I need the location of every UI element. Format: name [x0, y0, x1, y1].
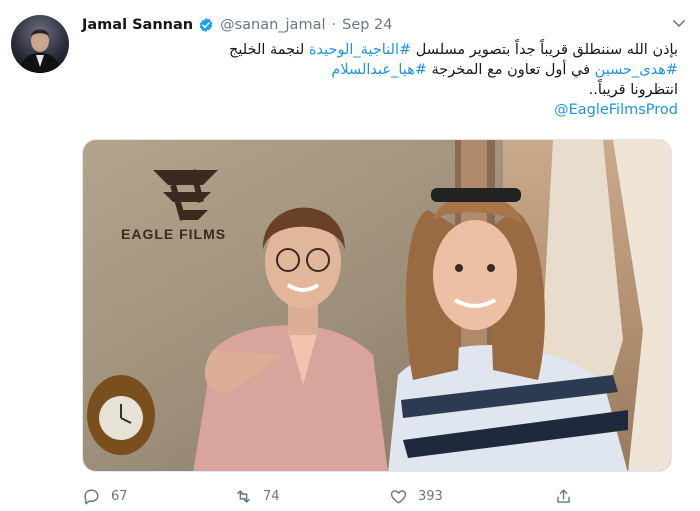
tweet-line-1: بإذن الله سننطلق قريباً جداً بتصوير مسلس… [82, 40, 678, 60]
avatar-portrait [19, 29, 61, 73]
hashtag-link[interactable]: #هدى_حسين [595, 62, 678, 78]
like-button[interactable]: 393 [389, 484, 443, 508]
tweet-action-bar: 67 74 393 [82, 484, 602, 508]
heart-icon [390, 489, 407, 504]
tweet-media-image[interactable]: EAGLE FILMS [82, 139, 672, 472]
reply-count: 67 [111, 488, 128, 504]
tweet-line-3: انتظرونا قريباً.. [588, 82, 678, 98]
hashtag-link[interactable]: #هيا_عبدالسلام [331, 62, 427, 78]
reply-icon [84, 488, 99, 504]
author-name[interactable]: Jamal Sannan [82, 17, 193, 33]
tweet-date[interactable]: Sep 24 [342, 17, 392, 33]
like-count: 393 [418, 488, 443, 504]
author-handle[interactable]: @sanan_jamal [220, 17, 325, 33]
hashtag-link[interactable]: #الناجية_الوحيدة [309, 42, 411, 58]
retweet-count: 74 [263, 488, 280, 504]
text-segment: في أول تعاون مع المخرجة [426, 62, 595, 78]
header-separator: · [331, 17, 337, 33]
retweet-icon [237, 489, 250, 503]
text-segment: بإذن الله سننطلق قريباً جداً بتصوير مسلس… [411, 42, 678, 58]
verified-badge-icon [198, 17, 214, 33]
tweet-line-2: #هدى_حسين في أول تعاون مع المخرجة #هيا_ع… [82, 60, 678, 80]
share-icon [557, 488, 570, 503]
reply-button[interactable]: 67 [82, 484, 128, 508]
share-button[interactable] [554, 484, 573, 508]
chevron-down-icon[interactable] [670, 14, 688, 32]
retweet-button[interactable]: 74 [234, 484, 280, 508]
eagle-films-logo: EAGLE FILMS [121, 226, 227, 242]
photo-illustration [83, 140, 671, 471]
tweet-line-4: @EagleFilmsProd [82, 100, 678, 120]
tweet-header: Jamal Sannan @sanan_jamal · Sep 24 [82, 14, 680, 36]
mention-link[interactable]: @EagleFilmsProd [554, 102, 678, 118]
text-segment: لنجمة الخليج [229, 42, 309, 58]
tweet-text: بإذن الله سننطلق قريباً جداً بتصوير مسلس… [82, 40, 678, 120]
user-avatar[interactable] [11, 15, 69, 73]
